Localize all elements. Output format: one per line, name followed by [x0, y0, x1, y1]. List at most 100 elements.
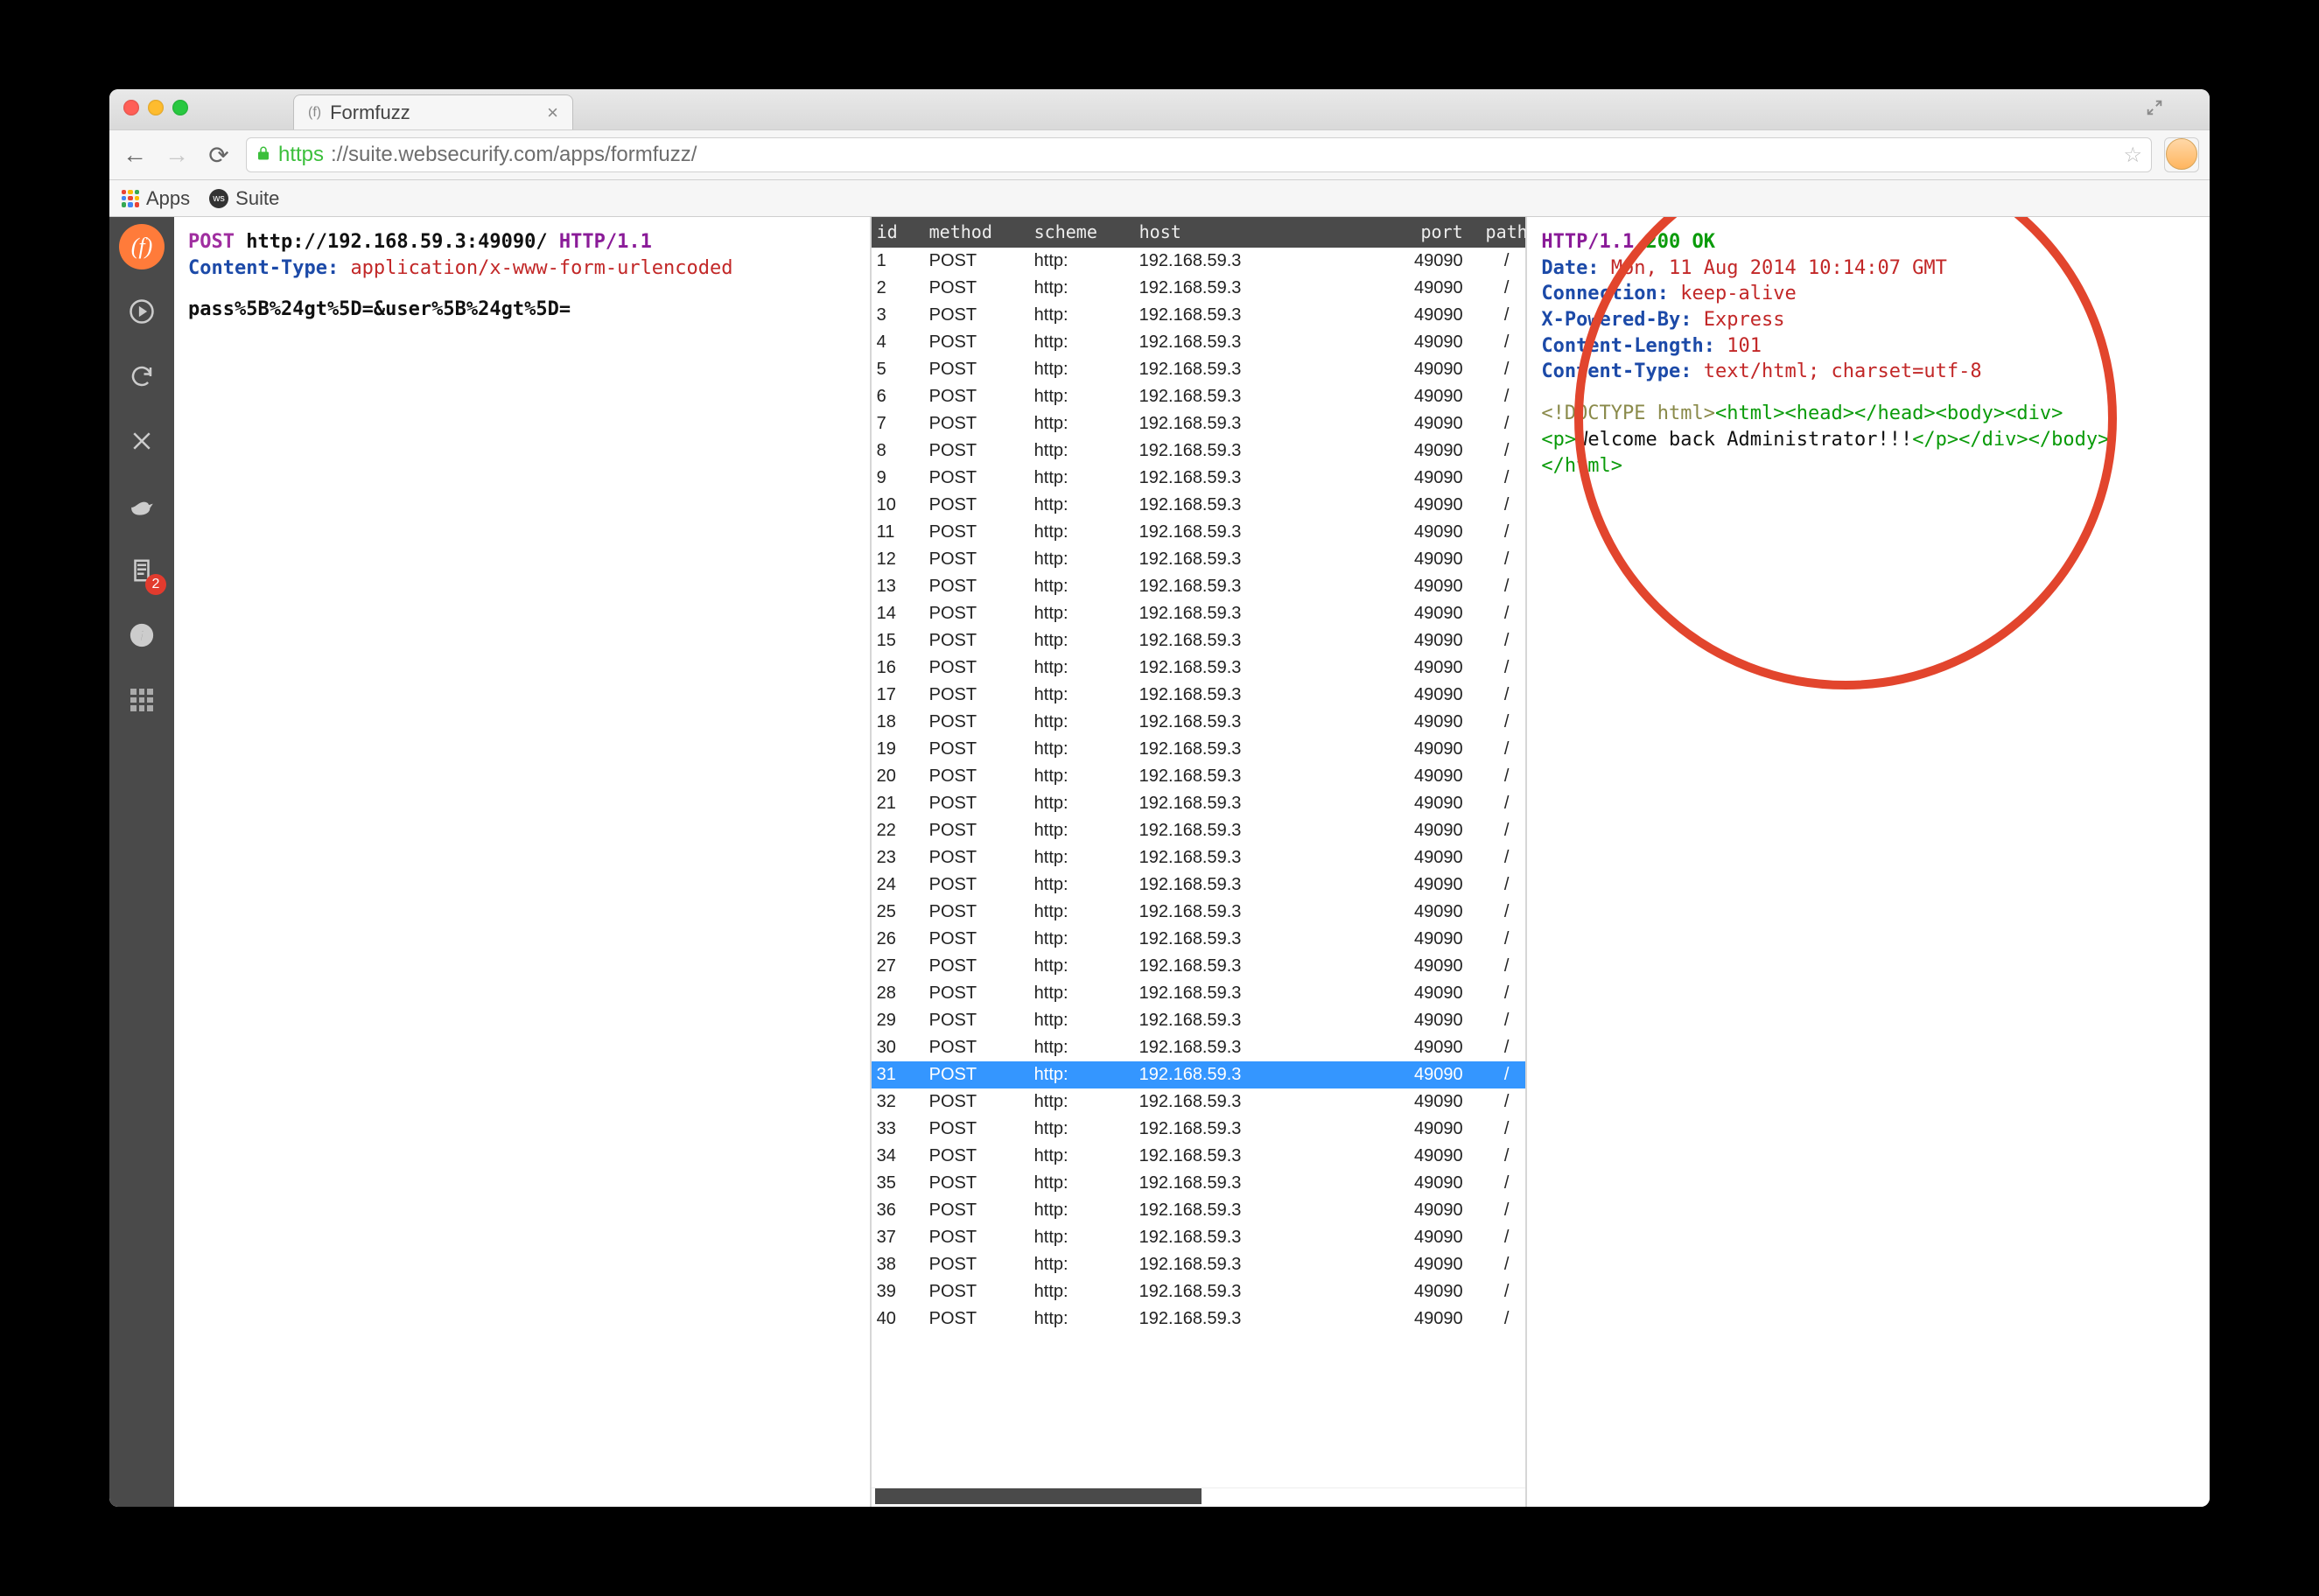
table-row[interactable]: 21POSThttp:192.168.59.349090/: [872, 790, 1526, 817]
fullscreen-icon[interactable]: [2145, 98, 2164, 117]
table-row[interactable]: 29POSThttp:192.168.59.349090/: [872, 1007, 1526, 1034]
sidebar-item-formfuzz[interactable]: (f): [119, 224, 165, 270]
titlebar: (f) Formfuzz ×: [109, 89, 2210, 130]
table-row[interactable]: 33POSThttp:192.168.59.349090/: [872, 1116, 1526, 1143]
table-row[interactable]: 32POSThttp:192.168.59.349090/: [872, 1088, 1526, 1116]
table-row[interactable]: 31POSThttp:192.168.59.349090/: [872, 1061, 1526, 1088]
table-row[interactable]: 3POSThttp:192.168.59.349090/: [872, 302, 1526, 329]
maximize-window-button[interactable]: [172, 100, 188, 116]
table-row[interactable]: 22POSThttp:192.168.59.349090/: [872, 817, 1526, 844]
table-row[interactable]: 14POSThttp:192.168.59.349090/: [872, 600, 1526, 627]
cell-port: 49090: [1349, 521, 1472, 544]
table-row[interactable]: 4POSThttp:192.168.59.349090/: [872, 329, 1526, 356]
col-path[interactable]: path: [1472, 220, 1528, 244]
cell-id: 3: [877, 304, 929, 327]
reload-button[interactable]: ⟳: [204, 140, 234, 170]
col-host[interactable]: host: [1139, 220, 1349, 244]
table-row[interactable]: 30POSThttp:192.168.59.349090/: [872, 1034, 1526, 1061]
table-row[interactable]: 20POSThttp:192.168.59.349090/: [872, 763, 1526, 790]
cell-host: 192.168.59.3: [1139, 982, 1349, 1005]
sidebar-item-info[interactable]: i: [119, 612, 165, 658]
cell-id: 5: [877, 358, 929, 382]
bookmark-star-icon[interactable]: ☆: [2123, 143, 2142, 168]
cell-method: POST: [929, 1090, 1034, 1114]
table-row[interactable]: 13POSThttp:192.168.59.349090/: [872, 573, 1526, 600]
horizontal-scrollbar[interactable]: [875, 1488, 1202, 1504]
cell-port: 49090: [1349, 846, 1472, 870]
table-row[interactable]: 18POSThttp:192.168.59.349090/: [872, 709, 1526, 736]
table-row[interactable]: 40POSThttp:192.168.59.349090/: [872, 1306, 1526, 1333]
cell-host: 192.168.59.3: [1139, 548, 1349, 571]
table-row[interactable]: 27POSThttp:192.168.59.349090/: [872, 953, 1526, 980]
sidebar-item-play[interactable]: [119, 289, 165, 334]
forward-button[interactable]: →: [162, 140, 192, 170]
table-row[interactable]: 12POSThttp:192.168.59.349090/: [872, 546, 1526, 573]
sidebar-item-notes[interactable]: 2: [119, 548, 165, 593]
table-row[interactable]: 23POSThttp:192.168.59.349090/: [872, 844, 1526, 872]
table-row[interactable]: 9POSThttp:192.168.59.349090/: [872, 465, 1526, 492]
cell-port: 49090: [1349, 331, 1472, 354]
table-row[interactable]: 34POSThttp:192.168.59.349090/: [872, 1143, 1526, 1170]
cell-scheme: http:: [1034, 521, 1139, 544]
suite-bookmark[interactable]: ws Suite: [209, 187, 279, 210]
response-header-val: Express: [1704, 309, 1785, 331]
table-row[interactable]: 2POSThttp:192.168.59.349090/: [872, 275, 1526, 302]
minimize-window-button[interactable]: [148, 100, 164, 116]
table-row[interactable]: 7POSThttp:192.168.59.349090/: [872, 410, 1526, 438]
table-row[interactable]: 25POSThttp:192.168.59.349090/: [872, 899, 1526, 926]
cell-port: 49090: [1349, 1117, 1472, 1141]
cell-path: /: [1472, 1172, 1526, 1195]
table-row[interactable]: 15POSThttp:192.168.59.349090/: [872, 627, 1526, 654]
table-row[interactable]: 24POSThttp:192.168.59.349090/: [872, 872, 1526, 899]
table-body[interactable]: 1POSThttp:192.168.59.349090/2POSThttp:19…: [872, 248, 1526, 1488]
table-row[interactable]: 10POSThttp:192.168.59.349090/: [872, 492, 1526, 519]
table-row[interactable]: 8POSThttp:192.168.59.349090/: [872, 438, 1526, 465]
window-controls: [123, 100, 188, 116]
table-row[interactable]: 11POSThttp:192.168.59.349090/: [872, 519, 1526, 546]
browser-tab[interactable]: (f) Formfuzz ×: [293, 94, 573, 130]
table-row[interactable]: 39POSThttp:192.168.59.349090/: [872, 1278, 1526, 1306]
profile-avatar[interactable]: [2166, 138, 2197, 170]
cell-scheme: http:: [1034, 385, 1139, 409]
cell-port: 49090: [1349, 683, 1472, 707]
spacer: [188, 281, 856, 297]
cell-host: 192.168.59.3: [1139, 331, 1349, 354]
apps-bookmark[interactable]: Apps: [122, 187, 190, 210]
back-button[interactable]: ←: [120, 140, 150, 170]
cell-host: 192.168.59.3: [1139, 1063, 1349, 1087]
col-port[interactable]: port: [1349, 220, 1472, 244]
cell-scheme: http:: [1034, 602, 1139, 626]
table-row[interactable]: 16POSThttp:192.168.59.349090/: [872, 654, 1526, 682]
cell-path: /: [1472, 521, 1526, 544]
close-window-button[interactable]: [123, 100, 139, 116]
table-row[interactable]: 37POSThttp:192.168.59.349090/: [872, 1224, 1526, 1251]
table-row[interactable]: 5POSThttp:192.168.59.349090/: [872, 356, 1526, 383]
cell-method: POST: [929, 738, 1034, 761]
col-method[interactable]: method: [929, 220, 1034, 244]
table-row[interactable]: 36POSThttp:192.168.59.349090/: [872, 1197, 1526, 1224]
table-row[interactable]: 26POSThttp:192.168.59.349090/: [872, 926, 1526, 953]
table-row[interactable]: 6POSThttp:192.168.59.349090/: [872, 383, 1526, 410]
table-row[interactable]: 17POSThttp:192.168.59.349090/: [872, 682, 1526, 709]
table-row[interactable]: 1POSThttp:192.168.59.349090/: [872, 248, 1526, 275]
table-row[interactable]: 19POSThttp:192.168.59.349090/: [872, 736, 1526, 763]
cell-port: 49090: [1349, 304, 1472, 327]
cell-id: 31: [877, 1063, 929, 1087]
browser-window: (f) Formfuzz × ← → ⟳ https://suite.webse…: [109, 89, 2210, 1507]
request-pane[interactable]: POST http://192.168.59.3:49090/ HTTP/1.1…: [174, 217, 872, 1507]
toolbar: ← → ⟳ https://suite.websecurify.com/apps…: [109, 130, 2210, 180]
address-bar[interactable]: https://suite.websecurify.com/apps/formf…: [246, 137, 2152, 172]
table-row[interactable]: 38POSThttp:192.168.59.349090/: [872, 1251, 1526, 1278]
table-footer: [872, 1488, 1526, 1507]
table-row[interactable]: 35POSThttp:192.168.59.349090/: [872, 1170, 1526, 1197]
tab-close-icon[interactable]: ×: [547, 102, 558, 124]
col-id[interactable]: id: [877, 220, 929, 244]
col-scheme[interactable]: scheme: [1034, 220, 1139, 244]
table-row[interactable]: 28POSThttp:192.168.59.349090/: [872, 980, 1526, 1007]
sidebar-item-grid[interactable]: [119, 677, 165, 723]
sidebar-item-refresh[interactable]: [119, 354, 165, 399]
sidebar-item-windmill[interactable]: [119, 418, 165, 464]
suite-icon: ws: [209, 189, 228, 208]
sidebar-item-bird[interactable]: [119, 483, 165, 528]
response-pane[interactable]: HTTP/1.1 200 OK Date: Mon, 11 Aug 2014 1…: [1527, 217, 2210, 1507]
